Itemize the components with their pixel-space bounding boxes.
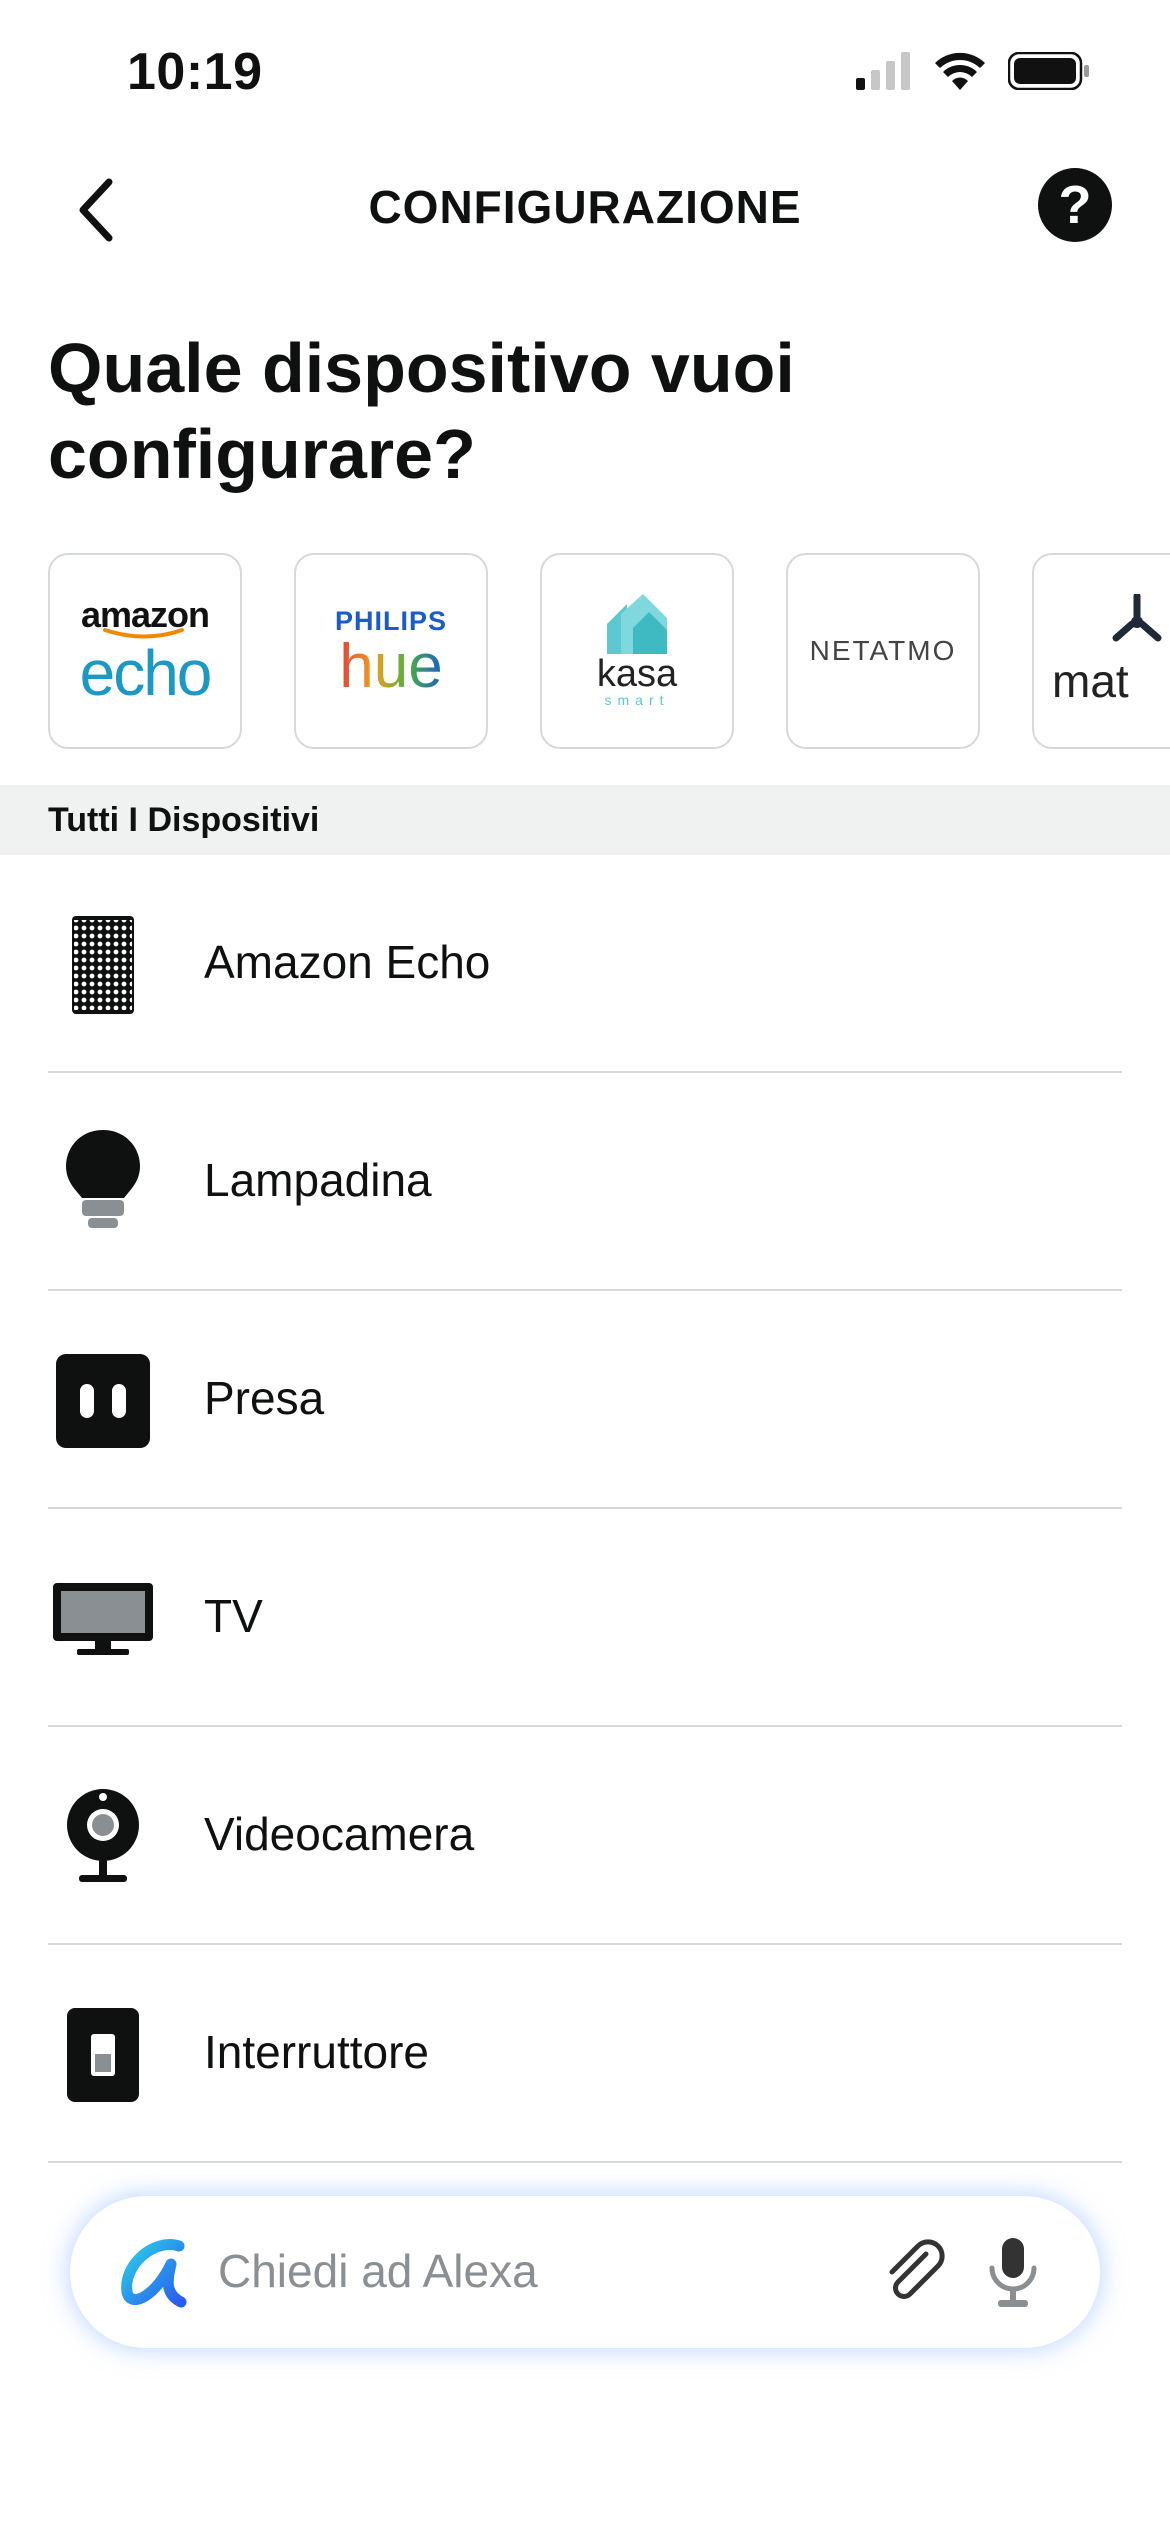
list-item-lampadina[interactable]: Lampadina	[48, 1073, 1122, 1291]
brand-logo-text: hue	[339, 631, 443, 701]
kasa-house-icon	[607, 594, 667, 654]
wifi-icon	[935, 52, 985, 90]
switch-icon	[48, 2000, 158, 2110]
plug-icon	[48, 1346, 158, 1456]
speaker-icon	[48, 910, 158, 1020]
battery-icon	[1008, 52, 1089, 90]
brand-tile-matter[interactable]: mat	[1032, 553, 1170, 749]
alexa-input[interactable]: Chiedi ad Alexa	[218, 2244, 538, 2298]
brand-tile-philips-hue[interactable]: PHILIPS hue	[294, 553, 488, 749]
question-heading: Quale dispositivo vuoi configurare?	[48, 329, 795, 493]
brand-logo-text: NETATMO	[809, 635, 957, 666]
device-label: Amazon Echo	[204, 936, 491, 988]
alexa-search-bar[interactable]: Chiedi ad Alexa	[70, 2196, 1100, 2348]
list-item-presa[interactable]: Presa	[48, 1291, 1122, 1509]
list-item-videocamera[interactable]: Videocamera	[48, 1727, 1122, 1945]
brand-tile-amazon-echo[interactable]: amazon echo	[48, 553, 242, 749]
device-label: Interruttore	[204, 2026, 429, 2078]
camera-icon	[48, 1782, 158, 1892]
alexa-logo-icon	[121, 2239, 187, 2308]
status-time: 10:19	[127, 43, 263, 101]
tv-icon	[48, 1564, 158, 1674]
brand-logo-text: mat	[1052, 655, 1129, 707]
status-bar: 10:19	[0, 0, 1170, 150]
device-label: Videocamera	[204, 1808, 475, 1860]
microphone-button[interactable]	[978, 2236, 1048, 2310]
microphone-icon	[989, 2238, 1037, 2307]
brand-logo-text: echo	[79, 637, 213, 709]
status-icons	[856, 52, 1090, 90]
signal-icon	[856, 52, 910, 90]
brand-logo-text: smart	[604, 692, 670, 708]
list-item-interruttore[interactable]: Interruttore	[48, 1945, 1122, 2163]
device-label: Lampadina	[204, 1154, 432, 1206]
brand-carousel[interactable]: amazon echo PHILIPS hue kasa smart NETAT…	[48, 553, 1170, 753]
brand-tile-netatmo[interactable]: NETATMO	[786, 553, 980, 749]
list-item-amazon-echo[interactable]: Amazon Echo	[48, 855, 1122, 1073]
brand-logo-text: kasa	[596, 653, 678, 695]
page-title: CONFIGURAZIONE	[368, 181, 802, 233]
list-item-tv[interactable]: TV	[48, 1509, 1122, 1727]
matter-logo-icon	[1112, 594, 1162, 642]
attach-button[interactable]	[880, 2238, 950, 2308]
paperclip-icon	[889, 2239, 945, 2299]
device-label: TV	[204, 1590, 263, 1642]
bulb-icon	[48, 1128, 158, 1238]
header-bar: CONFIGURAZIONE ?	[0, 150, 1170, 270]
question-icon: ?	[1058, 175, 1092, 235]
device-list: Amazon Echo Lampadina Presa TV Videocame…	[48, 855, 1122, 2163]
brand-tile-kasa[interactable]: kasa smart	[540, 553, 734, 749]
help-button[interactable]: ?	[1038, 168, 1112, 242]
section-header: Tutti I Dispositivi	[0, 785, 1170, 855]
device-label: Presa	[204, 1372, 325, 1424]
section-label: Tutti I Dispositivi	[48, 801, 320, 839]
